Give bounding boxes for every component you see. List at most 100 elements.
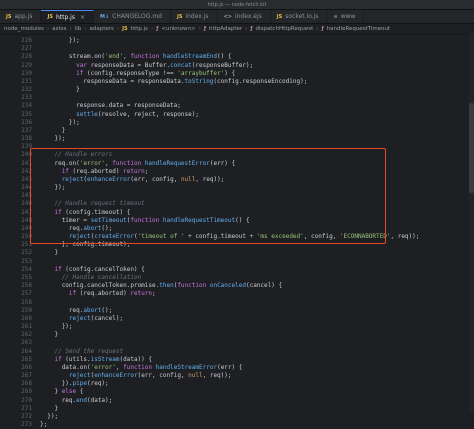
code-token: // Handle cancellation (61, 273, 142, 281)
code-text: var responseData = Buffer.concat(respons… (40, 62, 253, 70)
line-number: 247 (21, 208, 32, 216)
code-token: enhanceError (87, 175, 131, 183)
tab-app-js[interactable]: JS app.js (0, 10, 42, 23)
line-number: 237 (21, 126, 32, 134)
tab-label: index.ejs (234, 13, 262, 20)
code-line: 249 req.abort(); (0, 225, 474, 233)
code-token: var (76, 61, 87, 69)
line-number: 248 (21, 216, 32, 224)
code-text: }); (40, 413, 58, 421)
tab-index-ejs[interactable]: <> index.ejs (218, 10, 271, 23)
code-token: }); (68, 37, 80, 44)
tab-http-js[interactable]: JS http.js × (41, 10, 94, 23)
code-token: reject (68, 372, 91, 380)
breadcrumb-item[interactable]: lib (75, 26, 82, 32)
code-token: }); (61, 323, 73, 331)
code-text: reject(cancel); (40, 315, 123, 323)
code-token: if (54, 208, 62, 216)
code-token: (req.aborted) (68, 167, 124, 175)
code-token: (config.responseEncoding); (213, 77, 308, 85)
breadcrumb-item[interactable]: adapters (90, 26, 114, 32)
code-token: (resolve, reject, response); (97, 110, 199, 118)
code-token: (err, config, (137, 372, 189, 380)
code-editor[interactable]: 226 }); 227 228 stream.on('end', function… (0, 35, 474, 429)
chevron-right-icon: › (316, 26, 319, 32)
code-text (40, 192, 54, 200)
code-line: 270 req.end(data); (0, 397, 474, 405)
code-text: reject(enhanceError(err, config, null, r… (40, 175, 225, 184)
code-text: responseData = responseData.toString(con… (40, 78, 307, 86)
line-number: 228 (21, 53, 32, 61)
tab-www[interactable]: ≡ www (327, 10, 365, 23)
tab-socket-io-js[interactable]: JS socket.io.js (271, 10, 328, 23)
code-text (40, 94, 76, 102)
code-token: (err) { (209, 159, 236, 167)
close-icon[interactable]: × (80, 14, 85, 21)
code-token: pipe (72, 380, 87, 388)
code-token: // Handle request timeout (54, 200, 145, 208)
code-line: 263 (0, 339, 474, 347)
chevron-right-icon: › (69, 26, 72, 32)
js-file-icon: JS (176, 13, 183, 20)
code-text: req.abort(); (40, 225, 112, 233)
code-token: + config.timeout + (184, 233, 257, 241)
code-text: }; (40, 421, 47, 429)
code-text (40, 299, 69, 307)
code-text: } (40, 86, 80, 94)
code-token: config.cancelToken.promise. (61, 282, 160, 290)
code-token: 'error' (79, 159, 106, 167)
code-token: responseData = Buffer. (86, 61, 171, 69)
code-token: if (61, 167, 69, 175)
tab-index-js[interactable]: JS index.js (171, 10, 218, 23)
code-token: , req)); (202, 372, 232, 380)
code-line: 232 } (0, 86, 474, 94)
code-token: (config.cancelToken) { (61, 265, 145, 273)
code-line: 247 if (config.timeout) { (0, 209, 474, 217)
breadcrumb-item[interactable]: httpAdapter (209, 26, 242, 32)
line-number: 250 (21, 233, 32, 241)
code-token: (req); (86, 380, 109, 388)
line-number: 253 (21, 257, 32, 265)
code-line: 272 }); (0, 413, 474, 421)
code-text: } (40, 405, 58, 413)
code-token: reject (68, 314, 91, 322)
breadcrumb-item[interactable]: dispatchHttpRequest (256, 26, 314, 32)
line-number: 254 (21, 265, 32, 273)
breadcrumb-item[interactable]: axios (52, 26, 66, 32)
code-line: 242 if (req.aborted) return; (0, 168, 474, 176)
code-text: }); (40, 37, 80, 45)
breadcrumb-item[interactable]: node_modules (4, 26, 44, 32)
scrollbar-thumb[interactable] (469, 103, 474, 193)
code-token: toString (184, 77, 214, 85)
code-token: 'timeout of ' (137, 233, 185, 241)
code-token: handleRequestError (144, 159, 210, 167)
code-token: (utils. (61, 355, 91, 363)
code-token: function (177, 282, 207, 290)
code-text: req.abort(); (40, 307, 112, 315)
breadcrumb-item[interactable]: handleRequestTimeout (327, 26, 391, 32)
code-token: } (54, 404, 59, 412)
breadcrumb-item[interactable]: <unknown> (161, 26, 195, 32)
code-token: } (61, 126, 66, 134)
code-line: 252 } (0, 249, 474, 257)
vertical-scrollbar[interactable] (469, 33, 474, 413)
breadcrumb-item[interactable]: http.js (131, 26, 148, 32)
line-number: 233 (21, 94, 32, 102)
code-token: req. (68, 306, 84, 314)
code-token: response.data = responseData; (76, 102, 181, 110)
tab-changelog-md[interactable]: M↓ CHANGELOG.md (94, 10, 171, 23)
tab-label: app.js (14, 13, 33, 20)
code-token: req. (61, 396, 77, 404)
tab-label: index.js (185, 13, 209, 20)
tab-label: www (340, 13, 356, 20)
line-number: 241 (21, 159, 32, 167)
code-token: (config.responseType !== (83, 69, 178, 77)
